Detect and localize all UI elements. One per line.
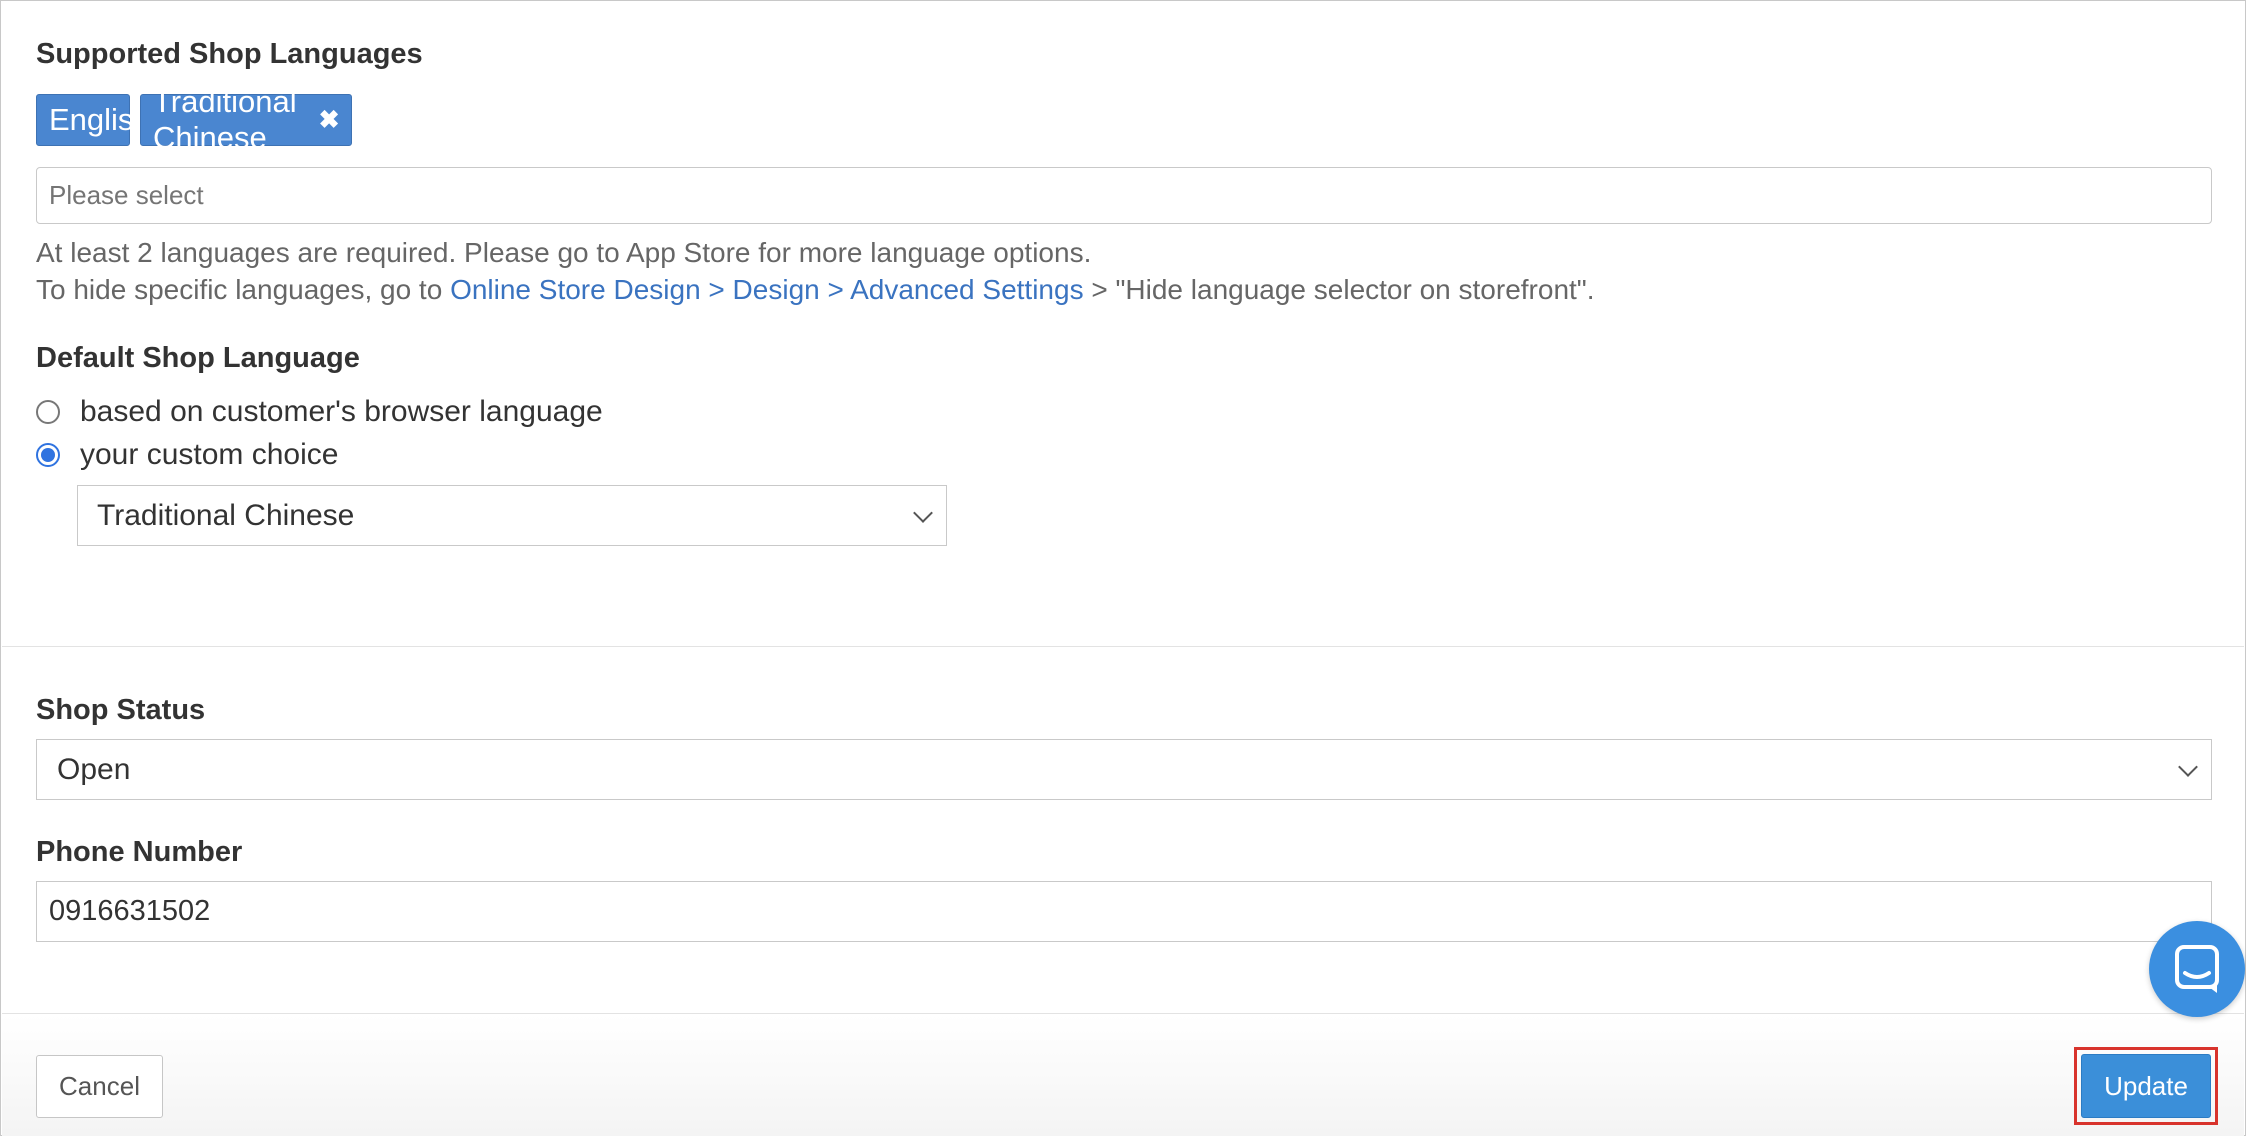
chevron-down-icon xyxy=(913,502,933,523)
shop-status-select[interactable]: Open xyxy=(36,739,2212,800)
language-tag-label: English xyxy=(49,102,151,137)
select-value: Open xyxy=(57,752,131,786)
supported-languages-label: Supported Shop Languages xyxy=(36,38,423,70)
settings-panel: Supported Shop Languages English Traditi… xyxy=(0,0,2246,1136)
chevron-down-icon xyxy=(2178,756,2198,777)
radio-button-selected[interactable] xyxy=(36,443,60,467)
default-language-label: Default Shop Language xyxy=(36,342,360,374)
update-button[interactable]: Update xyxy=(2081,1054,2211,1118)
remove-tag-icon[interactable]: ✖ xyxy=(319,105,340,135)
radio-custom-choice[interactable]: your custom choice xyxy=(36,438,338,472)
chat-icon xyxy=(2175,945,2219,993)
advanced-settings-link[interactable]: Online Store Design > Design > Advanced … xyxy=(450,274,1084,305)
languages-help-text-2: To hide specific languages, go to Online… xyxy=(36,274,1595,306)
shop-status-label: Shop Status xyxy=(36,694,206,726)
chat-widget-button[interactable] xyxy=(2149,921,2245,1017)
language-search-input[interactable] xyxy=(36,167,2212,224)
languages-help-text: At least 2 languages are required. Pleas… xyxy=(36,237,1092,268)
section-divider xyxy=(2,646,2244,647)
radio-button[interactable] xyxy=(36,400,60,424)
radio-label: based on customer's browser language xyxy=(80,395,603,428)
select-value: Traditional Chinese xyxy=(97,498,355,532)
radio-label: your custom choice xyxy=(80,438,339,471)
help-prefix: To hide specific languages, go to xyxy=(36,274,451,305)
radio-browser-language[interactable]: based on customer's browser language xyxy=(36,395,603,429)
language-tag-label: Traditional Chinese xyxy=(153,84,297,155)
cancel-button[interactable]: Cancel xyxy=(36,1055,163,1118)
phone-number-input[interactable]: 0916631502 xyxy=(36,881,2212,942)
default-language-select[interactable]: Traditional Chinese xyxy=(77,485,947,546)
language-tag-english: English xyxy=(36,94,151,146)
language-tags: English Traditional Chinese ✖ xyxy=(36,84,352,155)
input-value: 0916631502 xyxy=(49,895,211,927)
phone-number-label: Phone Number xyxy=(36,836,243,868)
help-suffix: > "Hide language selector on storefront"… xyxy=(1083,274,1595,305)
language-tag-traditional-chinese: Traditional Chinese ✖ xyxy=(140,84,352,155)
footer-bar xyxy=(2,1014,2244,1136)
